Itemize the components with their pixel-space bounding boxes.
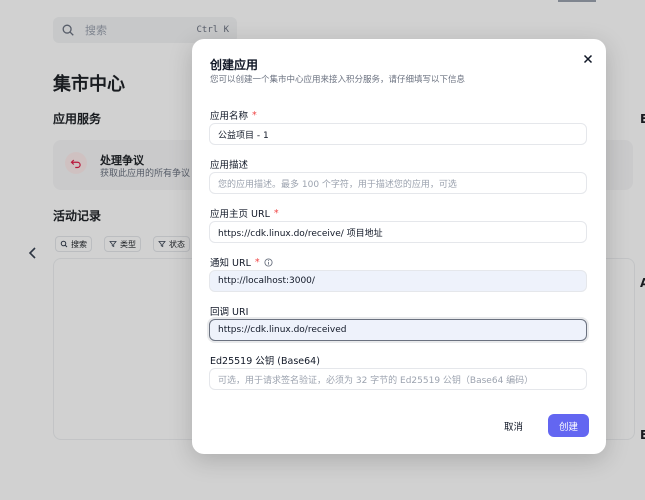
required-mark: * bbox=[252, 109, 257, 121]
close-button[interactable] bbox=[581, 52, 595, 66]
info-icon[interactable] bbox=[264, 257, 273, 267]
dialog-title: 创建应用 bbox=[210, 58, 259, 72]
required-mark: * bbox=[273, 207, 279, 219]
notify-url-label: 通知 URL * bbox=[210, 255, 273, 269]
notify-url-input[interactable]: http://localhost:3000/ bbox=[209, 270, 587, 292]
app-name-label-text: 应用名称 bbox=[210, 111, 249, 122]
dialog-subtitle: 您可以创建一个集市中心应用来接入积分服务，请仔细填写以下信息 bbox=[210, 75, 466, 85]
cancel-button[interactable]: 取消 bbox=[504, 419, 523, 433]
close-icon bbox=[583, 54, 593, 64]
homepage-url-label: 应用主页 URL * bbox=[210, 206, 279, 221]
app-name-label: 应用名称 * bbox=[210, 108, 257, 123]
notify-url-label-text: 通知 URL bbox=[210, 258, 251, 269]
app-desc-label-text: 应用描述 bbox=[210, 160, 249, 171]
callback-uri-label-text: 回调 URI bbox=[210, 307, 249, 318]
homepage-url-input[interactable]: https://cdk.linux.do/receive/ 项目地址 bbox=[209, 221, 587, 243]
create-app-dialog: 创建应用 您可以创建一个集市中心应用来接入积分服务，请仔细填写以下信息 应用名称… bbox=[192, 39, 606, 454]
callback-uri-input[interactable]: https://cdk.linux.do/received bbox=[209, 319, 587, 341]
pubkey-label: Ed25519 公钥 (Base64) bbox=[210, 353, 320, 367]
app-desc-label: 应用描述 bbox=[210, 157, 248, 171]
app-name-input[interactable]: 公益项目 - 1 bbox=[209, 123, 587, 145]
app-desc-input[interactable]: 您的应用描述。最多 100 个字符，用于描述您的应用，可选 bbox=[209, 172, 587, 194]
homepage-url-label-text: 应用主页 URL bbox=[210, 209, 270, 220]
required-mark: * bbox=[254, 256, 260, 268]
pubkey-input[interactable]: 可选，用于请求签名验证，必须为 32 字节的 Ed25519 公钥（Base64… bbox=[209, 368, 587, 390]
create-button[interactable]: 创建 bbox=[548, 414, 589, 437]
pubkey-label-text: Ed25519 公钥 (Base64) bbox=[210, 356, 320, 367]
callback-uri-label: 回调 URI bbox=[210, 304, 248, 318]
